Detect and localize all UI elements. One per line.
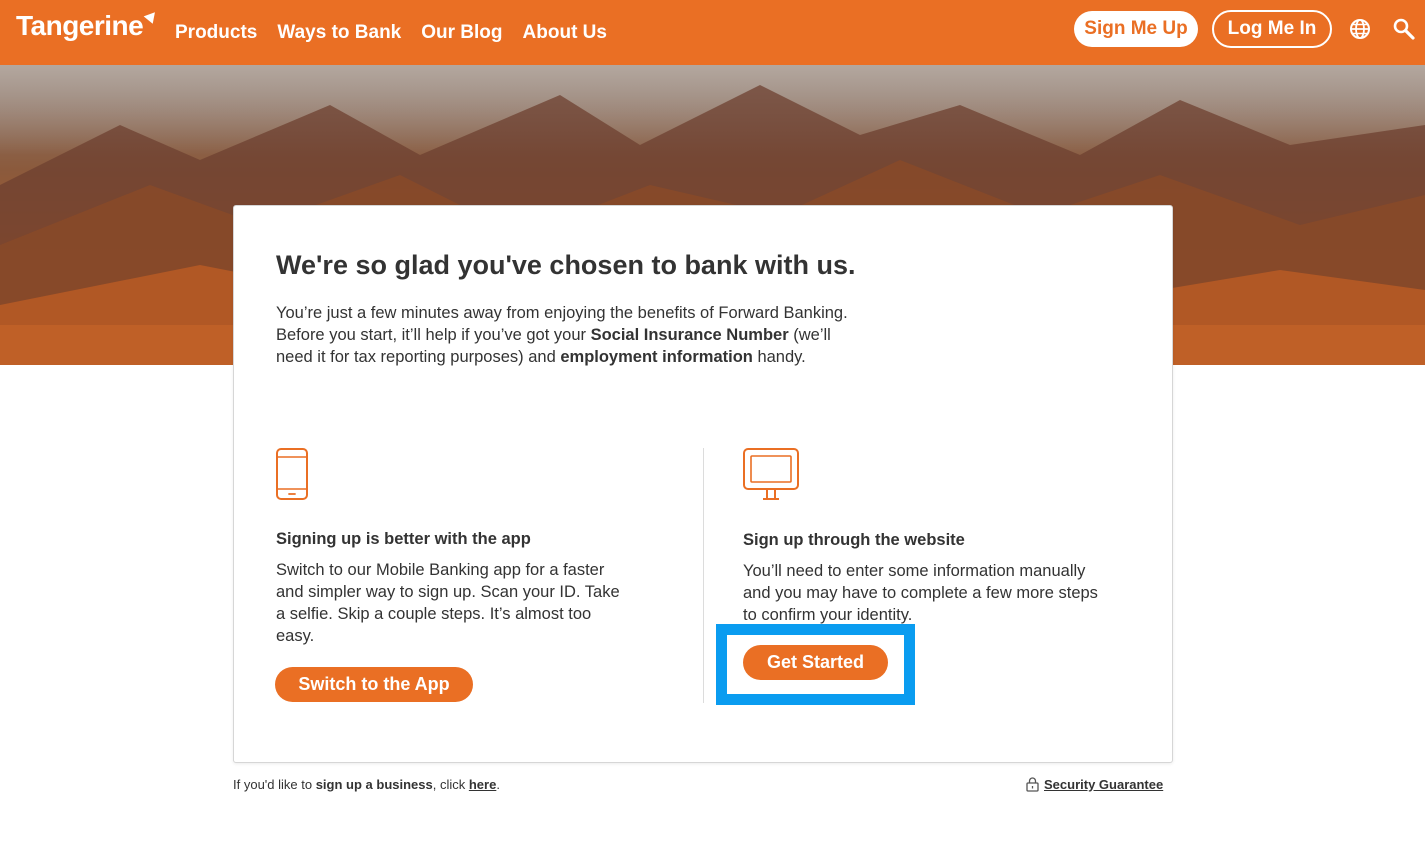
nav-ways-to-bank[interactable]: Ways to Bank <box>277 22 401 44</box>
intro-part-3: handy. <box>752 348 806 366</box>
monitor-icon <box>743 448 799 500</box>
website-heading: Sign up through the website <box>743 531 965 549</box>
app-description: Switch to our Mobile Banking app for a f… <box>276 561 620 645</box>
tangerine-logo[interactable]: Tangerine <box>16 10 159 42</box>
logo-mark-icon <box>143 12 159 26</box>
main-nav: Products Ways to Bank Our Blog About Us <box>175 22 607 44</box>
business-mid: , click <box>432 777 469 792</box>
business-bold: sign up a business <box>315 777 433 792</box>
phone-icon <box>276 448 308 500</box>
intro-employment: employment information <box>560 348 753 366</box>
page-title: We're so glad you've chosen to bank with… <box>276 250 856 280</box>
security-guarantee: Security Guarantee <box>1026 777 1163 792</box>
nav-products[interactable]: Products <box>175 22 257 44</box>
signup-card: We're so glad you've chosen to bank with… <box>233 205 1173 763</box>
column-divider <box>703 448 704 703</box>
globe-icon[interactable] <box>1349 18 1371 40</box>
business-signup-text: If you'd like to sign up a business, cli… <box>233 777 500 792</box>
logo-text: Tangerine <box>16 10 144 41</box>
switch-to-app-button[interactable]: Switch to the App <box>275 667 473 702</box>
sign-me-up-button[interactable]: Sign Me Up <box>1074 11 1198 47</box>
log-me-in-button[interactable]: Log Me In <box>1212 10 1332 48</box>
security-guarantee-link[interactable]: Security Guarantee <box>1044 777 1163 792</box>
search-icon[interactable] <box>1393 18 1415 40</box>
website-description: You’ll need to enter some information ma… <box>743 562 1098 624</box>
business-suffix: . <box>496 777 500 792</box>
business-prefix: If you'd like to <box>233 777 316 792</box>
business-here-link[interactable]: here <box>469 777 496 792</box>
top-nav-bar: Tangerine Products Ways to Bank Our Blog… <box>0 0 1425 65</box>
highlight-box <box>716 624 915 705</box>
intro-sin: Social Insurance Number <box>590 326 789 344</box>
app-heading: Signing up is better with the app <box>276 530 531 548</box>
nav-about-us[interactable]: About Us <box>523 22 607 44</box>
lock-icon <box>1026 777 1039 792</box>
nav-our-blog[interactable]: Our Blog <box>421 22 502 44</box>
intro-text: You’re just a few minutes away from enjo… <box>276 302 856 368</box>
